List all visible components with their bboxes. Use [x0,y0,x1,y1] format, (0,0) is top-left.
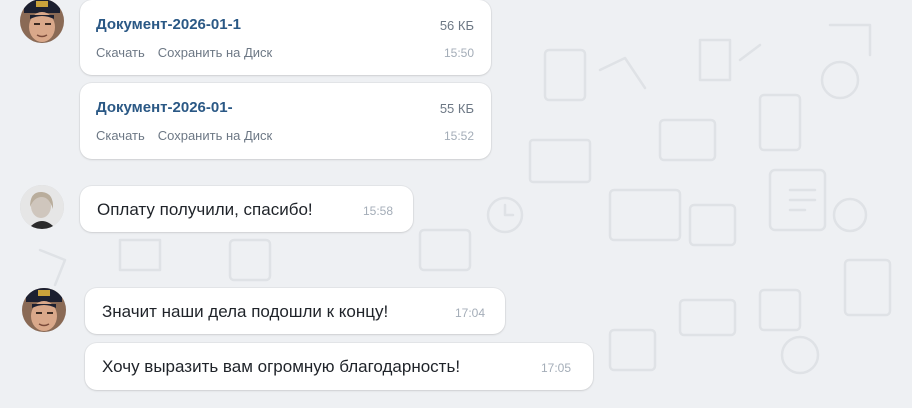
message-text: Значит наши дела подошли к концу! [102,302,389,321]
message-time: 15:52 [443,129,474,143]
file-message[interactable]: Документ-2026-01-1 56 КБ Скачать Сохранит… [80,0,491,75]
save-to-disk-link[interactable]: Сохранить на Диск [158,45,273,60]
file-size: 55 КБ [439,101,474,116]
text-message[interactable]: Значит наши дела подошли к концу! 17:04 [85,288,505,334]
redaction-overlay [252,91,402,125]
message-time: 17:04 [455,306,486,320]
redaction-overlay [252,8,402,42]
file-name-link[interactable]: Документ-2026-01- [96,99,258,116]
avatar-cartoon-icon [20,0,64,43]
file-actions: Скачать Сохранить на Диск [96,45,272,60]
message-time: 17:05 [541,361,572,375]
download-link[interactable]: Скачать [96,128,145,143]
message-time: 15:58 [363,204,394,218]
message-text: Хочу выразить вам огромную благодарность… [102,357,461,376]
message-text: Оплату получили, спасибо! [97,200,313,219]
download-link[interactable]: Скачать [96,45,145,60]
avatar[interactable] [20,185,64,229]
avatar-cartoon-icon [22,288,66,332]
text-message[interactable]: Оплату получили, спасибо! 15:58 [80,186,413,232]
message-time: 15:50 [443,46,474,60]
file-message[interactable]: Документ-2026-01- 55 КБ Скачать Сохранить… [80,83,491,159]
save-to-disk-link[interactable]: Сохранить на Диск [158,128,273,143]
avatar[interactable] [20,0,64,43]
file-name-link[interactable]: Документ-2026-01-1 [96,16,258,33]
file-actions: Скачать Сохранить на Диск [96,128,272,143]
text-message[interactable]: Хочу выразить вам огромную благодарность… [85,343,593,390]
avatar-photo-icon [20,185,64,229]
avatar[interactable] [22,288,66,332]
file-size: 56 КБ [439,18,474,33]
